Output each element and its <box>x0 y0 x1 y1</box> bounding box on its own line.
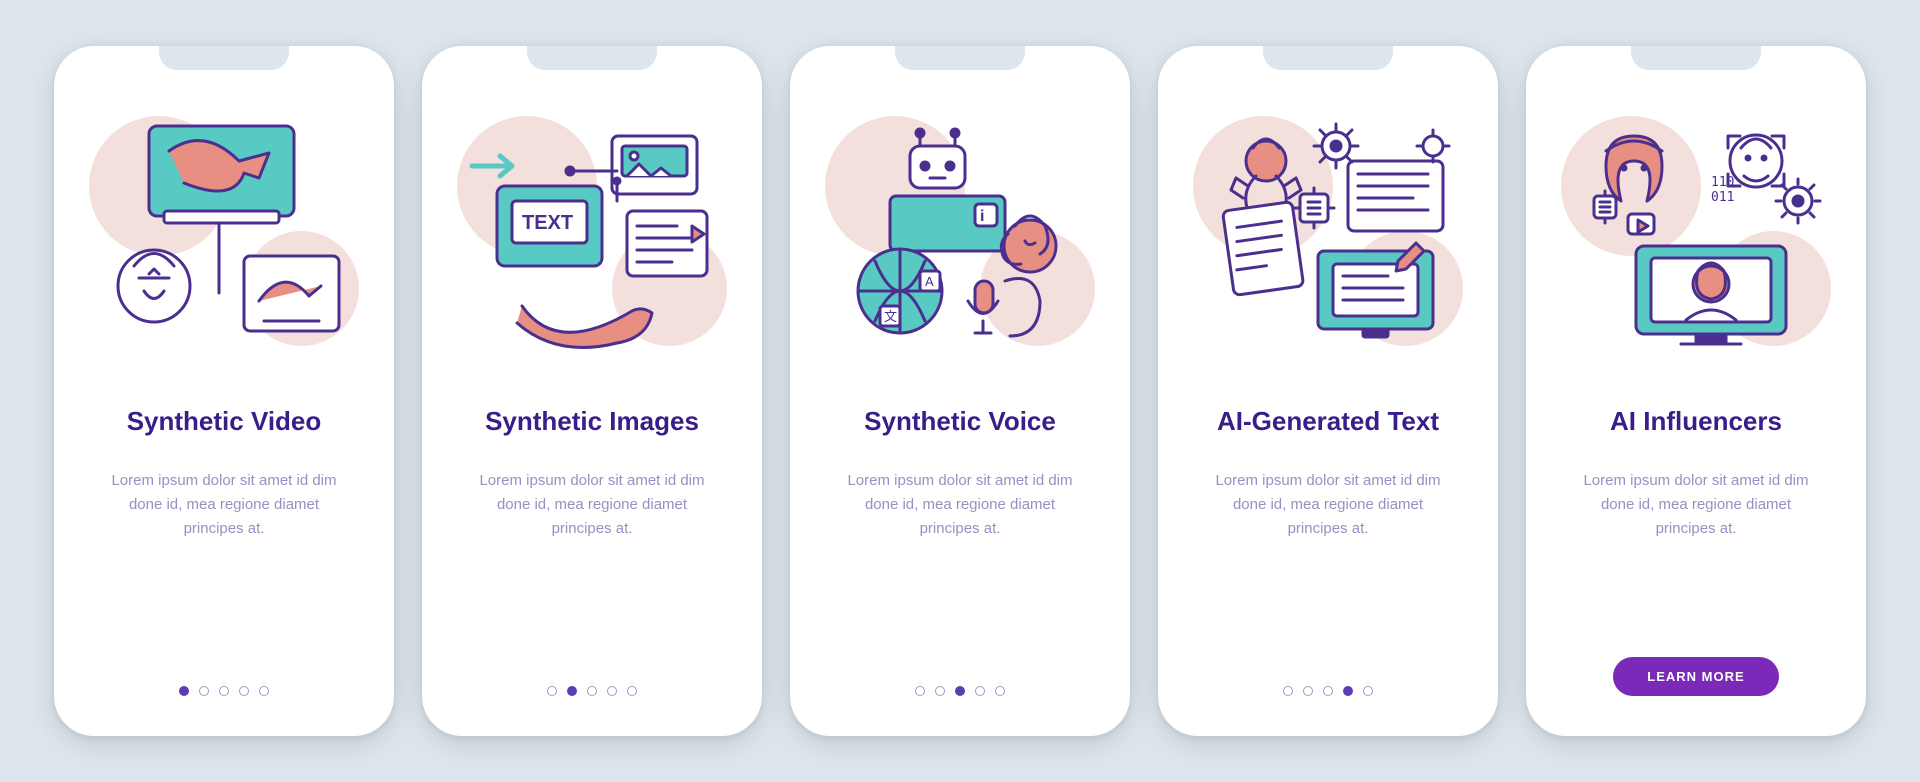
page-dot[interactable] <box>627 686 637 696</box>
onboarding-card: i A 文 Synthetic Voice Lorem ipsum dolor … <box>790 46 1130 736</box>
phone-notch <box>895 46 1025 70</box>
pagination-dots <box>179 686 269 696</box>
page-dot[interactable] <box>239 686 249 696</box>
svg-text:i: i <box>980 208 984 225</box>
card-body: Lorem ipsum dolor sit amet id dim done i… <box>835 469 1085 541</box>
page-dot[interactable] <box>179 686 189 696</box>
page-dot[interactable] <box>219 686 229 696</box>
pagination-dots <box>915 686 1005 696</box>
page-dot[interactable] <box>1323 686 1333 696</box>
illustration-synthetic-voice: i A 文 <box>830 106 1090 366</box>
card-title: Synthetic Voice <box>864 406 1056 437</box>
page-dot[interactable] <box>587 686 597 696</box>
ai-influencers-icon: 110 011 <box>1566 106 1826 366</box>
card-title: Synthetic Images <box>485 406 699 437</box>
phone-notch <box>527 46 657 70</box>
card-title: AI-Generated Text <box>1217 406 1439 437</box>
card-body: Lorem ipsum dolor sit amet id dim done i… <box>467 469 717 541</box>
onboarding-card: AI-Generated Text Lorem ipsum dolor sit … <box>1158 46 1498 736</box>
phone-notch <box>159 46 289 70</box>
svg-text:110: 110 <box>1711 175 1734 190</box>
page-dot[interactable] <box>975 686 985 696</box>
page-dot[interactable] <box>995 686 1005 696</box>
page-dot[interactable] <box>935 686 945 696</box>
pagination-dots <box>547 686 637 696</box>
synthetic-video-icon <box>94 106 354 366</box>
ai-generated-text-icon <box>1198 106 1458 366</box>
onboarding-card: 110 011 AI Influencers Lorem ipsum dolor… <box>1526 46 1866 736</box>
page-dot[interactable] <box>1283 686 1293 696</box>
learn-more-button[interactable]: LEARN MORE <box>1613 657 1778 696</box>
phone-notch <box>1631 46 1761 70</box>
page-dot[interactable] <box>1363 686 1373 696</box>
page-dot[interactable] <box>607 686 617 696</box>
page-dot[interactable] <box>199 686 209 696</box>
phone-notch <box>1263 46 1393 70</box>
svg-text:文: 文 <box>884 309 897 324</box>
card-title: AI Influencers <box>1610 406 1782 437</box>
card-body: Lorem ipsum dolor sit amet id dim done i… <box>99 469 349 541</box>
svg-text:A: A <box>925 274 934 289</box>
card-body: Lorem ipsum dolor sit amet id dim done i… <box>1571 469 1821 541</box>
card-body: Lorem ipsum dolor sit amet id dim done i… <box>1203 469 1453 541</box>
page-dot[interactable] <box>915 686 925 696</box>
synthetic-voice-icon: i A 文 <box>830 106 1090 366</box>
page-dot[interactable] <box>567 686 577 696</box>
onboarding-card: TEXT Synthetic Images Lorem ipsum dolor <box>422 46 762 736</box>
synthetic-images-icon: TEXT <box>462 106 722 366</box>
svg-text:011: 011 <box>1711 190 1734 205</box>
page-dot[interactable] <box>955 686 965 696</box>
illustration-synthetic-images: TEXT <box>462 106 722 366</box>
illustration-synthetic-video <box>94 106 354 366</box>
card-title: Synthetic Video <box>127 406 322 437</box>
illustration-ai-generated-text <box>1198 106 1458 366</box>
page-dot[interactable] <box>1343 686 1353 696</box>
svg-text:TEXT: TEXT <box>522 212 573 234</box>
page-dot[interactable] <box>1303 686 1313 696</box>
page-dot[interactable] <box>547 686 557 696</box>
onboarding-cards-row: Synthetic Video Lorem ipsum dolor sit am… <box>54 46 1866 736</box>
page-dot[interactable] <box>259 686 269 696</box>
illustration-ai-influencers: 110 011 <box>1566 106 1826 366</box>
onboarding-card: Synthetic Video Lorem ipsum dolor sit am… <box>54 46 394 736</box>
pagination-dots <box>1283 686 1373 696</box>
